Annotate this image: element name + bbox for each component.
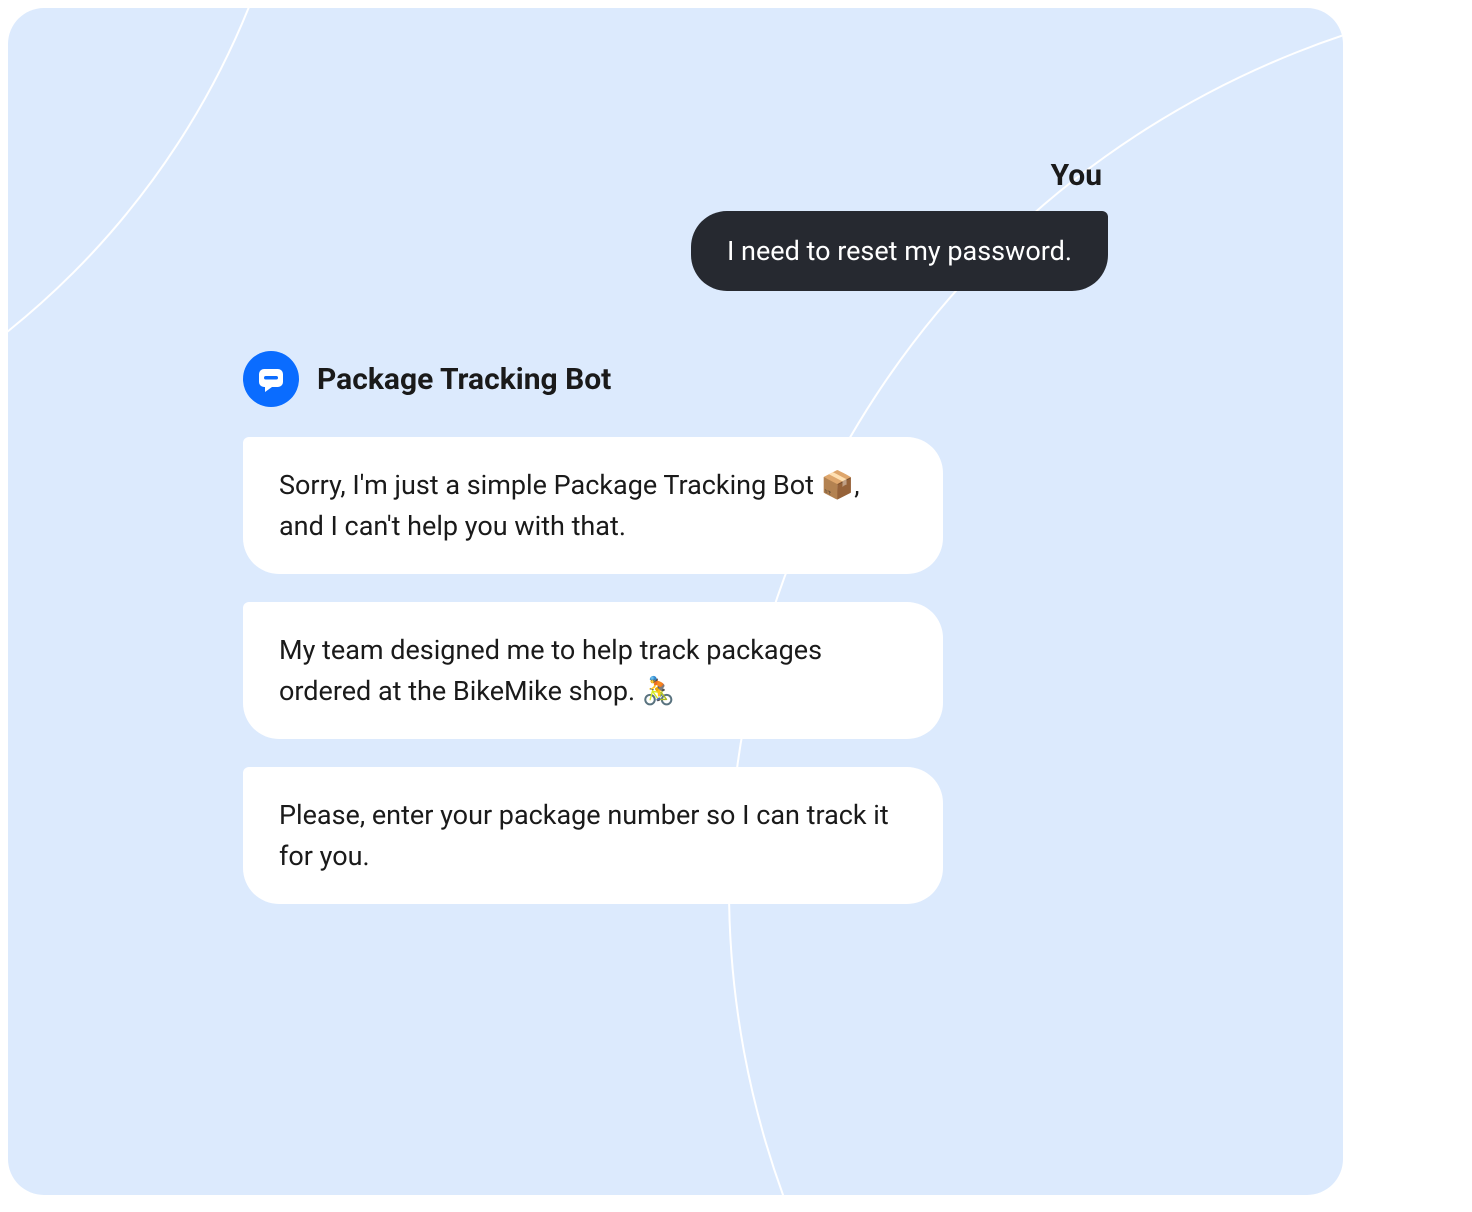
bot-header: Package Tracking Bot — [243, 351, 1283, 407]
bot-message-bubble: Please, enter your package number so I c… — [243, 767, 943, 904]
user-message-section: You I need to reset my password. — [68, 158, 1283, 291]
chat-bot-icon — [255, 363, 287, 395]
user-message-bubble: I need to reset my password. — [691, 211, 1108, 291]
bot-message-section: Package Tracking Bot Sorry, I'm just a s… — [68, 351, 1283, 904]
bot-avatar — [243, 351, 299, 407]
bot-message-bubble: Sorry, I'm just a simple Package Trackin… — [243, 437, 943, 574]
chat-container: You I need to reset my password. Package… — [8, 8, 1343, 1195]
bot-name: Package Tracking Bot — [317, 362, 611, 397]
user-label: You — [1051, 158, 1108, 193]
chat-content: You I need to reset my password. Package… — [8, 8, 1343, 964]
bot-message-bubble: My team designed me to help track packag… — [243, 602, 943, 739]
